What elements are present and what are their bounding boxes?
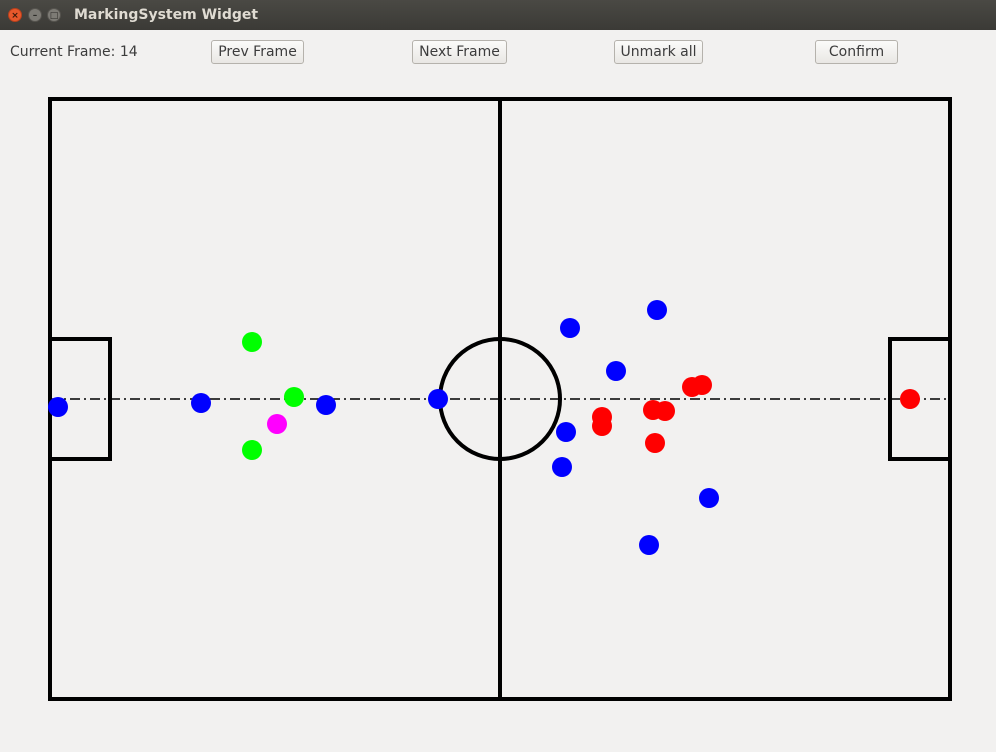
blue-player-marker[interactable] xyxy=(647,300,667,320)
blue-player-marker[interactable] xyxy=(316,395,336,415)
blue-player-marker[interactable] xyxy=(699,488,719,508)
red-player-marker[interactable] xyxy=(900,389,920,409)
red-player-marker[interactable] xyxy=(645,433,665,453)
blue-player-marker[interactable] xyxy=(606,361,626,381)
red-player-marker[interactable] xyxy=(655,401,675,421)
blue-player-marker[interactable] xyxy=(639,535,659,555)
green-player-marker[interactable] xyxy=(242,332,262,352)
red-player-marker[interactable] xyxy=(692,375,712,395)
blue-player-marker[interactable] xyxy=(556,422,576,442)
red-player-marker[interactable] xyxy=(592,416,612,436)
blue-player-marker[interactable] xyxy=(191,393,211,413)
green-player-marker[interactable] xyxy=(242,440,262,460)
green-player-marker[interactable] xyxy=(284,387,304,407)
magenta-player-marker[interactable] xyxy=(267,414,287,434)
blue-player-marker[interactable] xyxy=(560,318,580,338)
blue-player-marker[interactable] xyxy=(48,397,68,417)
pitch-canvas[interactable] xyxy=(0,0,996,752)
blue-player-marker[interactable] xyxy=(428,389,448,409)
players-layer xyxy=(48,300,920,555)
blue-player-marker[interactable] xyxy=(552,457,572,477)
